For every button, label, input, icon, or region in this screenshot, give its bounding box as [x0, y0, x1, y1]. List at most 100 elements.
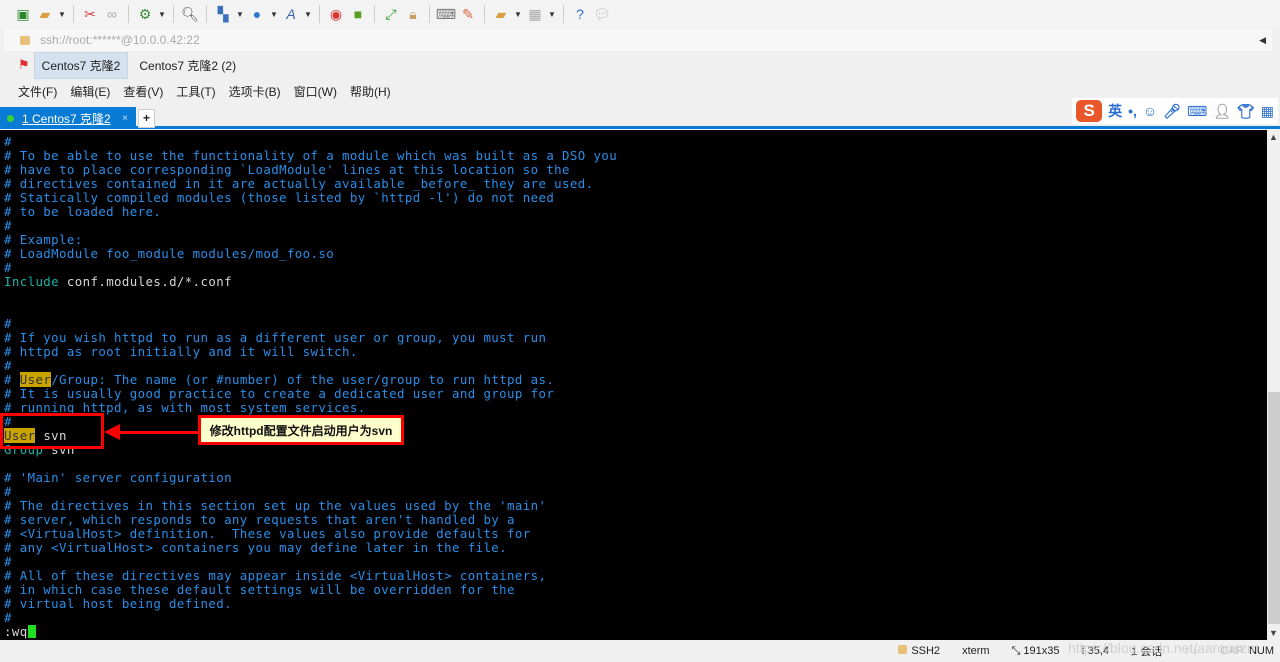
terminal-text: # [4, 218, 12, 233]
chat-icon[interactable]: 💬︎ [593, 5, 611, 23]
microphone-icon[interactable]: 🎤︎ [1163, 103, 1181, 120]
menu-help[interactable]: 帮助(H) [350, 83, 391, 100]
font-icon[interactable]: A [282, 5, 300, 23]
menu-tools[interactable]: 工具(T) [176, 83, 215, 100]
ime-punctuation[interactable]: •, [1128, 103, 1137, 119]
chevron-down-icon[interactable]: ▼ [158, 10, 166, 19]
terminal-line: # LoadModule foo_module modules/mod_foo.… [4, 247, 1267, 261]
size-text: 191x35 [1023, 644, 1060, 657]
scrollbar-thumb[interactable] [1268, 392, 1280, 624]
menu-view[interactable]: 查看(V) [123, 83, 163, 100]
divider [206, 5, 207, 23]
highlight-icon[interactable]: ✎ [459, 5, 477, 23]
menu-edit[interactable]: 编辑(E) [70, 83, 110, 100]
chevron-down-icon[interactable]: ◀ [1259, 35, 1266, 46]
terminal-text: # server, which responds to any requests… [4, 512, 515, 527]
terminal-line: # [4, 219, 1267, 233]
terminal-line: # All of these directives may appear ins… [4, 569, 1267, 583]
sogou-logo-icon[interactable]: S [1076, 100, 1103, 122]
chevron-down-icon[interactable]: ▼ [548, 10, 556, 19]
user-icon[interactable]: 👤︎ [1213, 103, 1231, 120]
keyboard-icon[interactable]: ⌨ [1187, 103, 1207, 120]
divider [429, 5, 430, 23]
chevron-down-icon[interactable]: ▼ [514, 10, 522, 19]
open-folder-icon[interactable]: ▰ [36, 5, 54, 23]
terminal-line: # [4, 359, 1267, 373]
bookmarks-bar: ⚑ Centos7 克隆2 Centos7 克隆2 (2) [0, 51, 243, 79]
find-icon[interactable]: 🔍︎ [181, 5, 199, 23]
menu-file[interactable]: 文件(F) [18, 83, 57, 100]
new-tab-button[interactable]: + [138, 109, 155, 128]
ime-language[interactable]: 英 [1108, 101, 1122, 121]
address-value[interactable]: ssh://root:******@10.0.0.42:22 [40, 33, 200, 47]
emoji-icon[interactable]: ☺ [1143, 103, 1157, 119]
annotation-arrow [118, 431, 198, 434]
divider [374, 5, 375, 23]
terminal-text: # [4, 554, 12, 569]
terminal-line: # httpd as root initially and it will sw… [4, 345, 1267, 359]
panes-icon[interactable]: ▦ [526, 5, 544, 23]
terminal-line: # any <VirtualHost> containers you may d… [4, 541, 1267, 555]
terminal-text: # All of these directives may appear ins… [4, 568, 547, 583]
tab-label: 1 Centos7 克隆2 [22, 111, 111, 126]
terminal-line: # 'Main' server configuration [4, 471, 1267, 485]
annotation-callout: 修改httpd配置文件启动用户为svn [198, 415, 404, 445]
properties-icon[interactable]: ⚙ [136, 5, 154, 23]
xftp-icon[interactable]: ◉ [327, 5, 345, 23]
bookmark-flag-icon: ⚑ [18, 57, 30, 72]
scroll-up-icon[interactable]: ▲ [1267, 132, 1280, 142]
terminal-text: # To be able to use the functionality of… [4, 148, 618, 163]
terminal-cursor [27, 625, 36, 638]
status-dot-icon [7, 114, 14, 122]
grid-icon[interactable]: ▦ [1261, 103, 1274, 120]
new-session-icon[interactable]: ▣ [14, 5, 32, 23]
bookmark-item[interactable]: Centos7 克隆2 (2) [132, 53, 243, 78]
terminal-text: # have to place corresponding `LoadModul… [4, 162, 570, 177]
keyboard-icon[interactable]: ⌨ [436, 5, 456, 23]
chevron-down-icon[interactable]: ▼ [270, 10, 278, 19]
terminal-line: # directives contained in it are actuall… [4, 177, 1267, 191]
terminal-line: # [4, 415, 1267, 429]
xshell-green-icon[interactable]: ■ [349, 5, 367, 23]
terminal-line: # User/Group: The name (or #number) of t… [4, 372, 1267, 387]
terminal-text: # [4, 260, 12, 275]
fullscreen-icon[interactable]: ⤢ [382, 5, 400, 23]
terminal-text: # any <VirtualHost> containers you may d… [4, 540, 508, 555]
reconnect-icon[interactable]: ∞ [103, 5, 121, 23]
terminal-line: # [4, 135, 1267, 149]
disconnect-icon[interactable]: ✂ [81, 5, 99, 23]
chevron-down-icon[interactable]: ▼ [58, 10, 66, 19]
divider [173, 5, 174, 23]
terminal-text: # [4, 358, 12, 373]
watermark: https://blog.csdn.net/aaronszm [1068, 640, 1259, 656]
terminal[interactable]: # # To be able to use the functionality o… [0, 130, 1267, 640]
divider [563, 5, 564, 23]
help-icon[interactable]: ? [571, 5, 589, 23]
menu-bar: 文件(F) 编辑(E) 查看(V) 工具(T) 选项卡(B) 窗口(W) 帮助(… [0, 81, 391, 101]
tab-session[interactable]: 1 Centos7 克隆2 × [0, 107, 136, 129]
close-icon[interactable]: × [122, 113, 128, 124]
terminal-line: Include conf.modules.d/*.conf [4, 275, 1267, 289]
status-protocol: SSH2 [898, 645, 940, 657]
divider [484, 5, 485, 23]
scroll-down-icon[interactable]: ▼ [1267, 628, 1280, 638]
menu-tabs[interactable]: 选项卡(B) [229, 83, 281, 100]
skin-icon[interactable]: 👕︎ [1237, 103, 1255, 120]
new-tab-icon[interactable]: ▰ [492, 5, 510, 23]
vertical-scrollbar[interactable]: ▲ ▼ [1267, 130, 1280, 640]
globe-icon[interactable]: ● [248, 5, 266, 23]
menu-window[interactable]: 窗口(W) [294, 83, 337, 100]
divider [128, 5, 129, 23]
chevron-down-icon[interactable]: ▼ [304, 10, 312, 19]
toolbar: ▣ ▰ ▼ ✂ ∞ ⚙ ▼ 🔍︎ ▚ ▼ ● ▼ A ▼ ◉ ■ ⤢ 🔒︎ ⌨ ✎ ▰ ▼ … [0, 0, 1280, 28]
layout-icon[interactable]: ▚ [214, 5, 232, 23]
bookmark-item[interactable]: Centos7 克隆2 [33, 51, 129, 79]
address-bar[interactable]: ssh://root:******@10.0.0.42:22 ◀ [4, 29, 1272, 51]
chevron-down-icon[interactable]: ▼ [236, 10, 244, 19]
terminal-line: Group svn [4, 443, 1267, 457]
lock-icon [20, 35, 30, 45]
resize-icon: ⤡ [1011, 644, 1024, 657]
lock-icon[interactable]: 🔒︎ [404, 5, 422, 23]
